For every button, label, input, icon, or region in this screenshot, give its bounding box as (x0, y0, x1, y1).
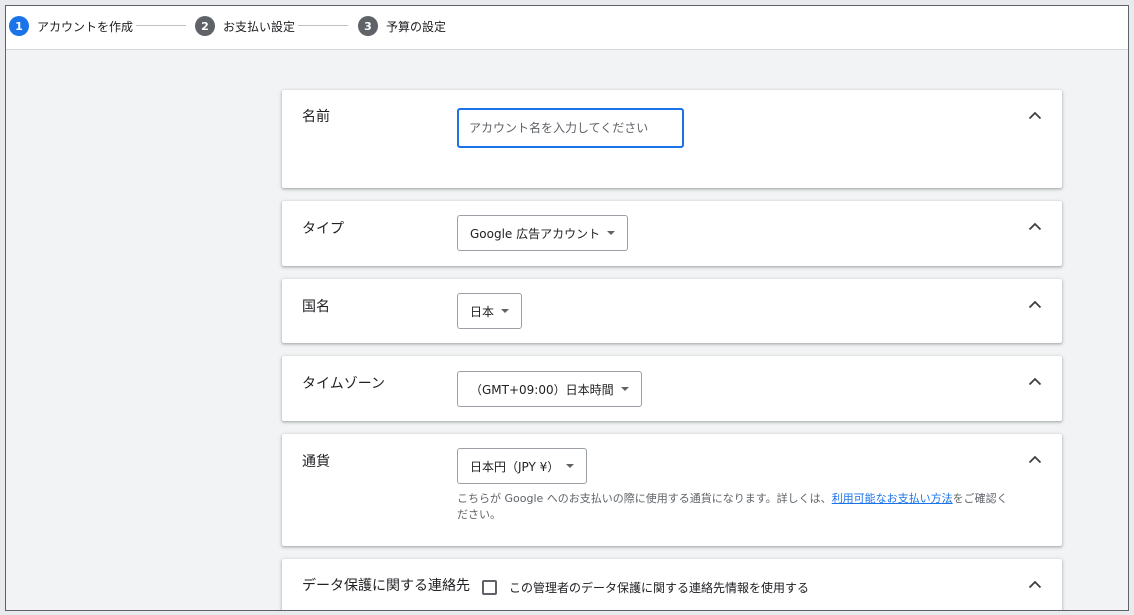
privacy-checkbox-label: この管理者のデータ保護に関する連絡先情報を使用する (509, 581, 810, 595)
type-section: タイプ Google 広告アカウント (282, 201, 1062, 266)
caret-down-icon (566, 464, 575, 468)
account-setup-window: 1 アカウントを作成 2 お支払い設定 3 予算の設定 名前 タイプ Googl… (5, 5, 1129, 611)
privacy-checkbox-row[interactable]: この管理者のデータ保護に関する連絡先情報を使用する (482, 579, 809, 596)
country-dropdown[interactable]: 日本 (457, 293, 523, 329)
stepper: 1 アカウントを作成 2 お支払い設定 3 予算の設定 (6, 6, 1128, 50)
chevron-up-icon[interactable] (1028, 374, 1042, 388)
country-label: 国名 (302, 299, 330, 315)
step-label: 予算の設定 (386, 19, 447, 34)
step-label: お支払い設定 (223, 19, 296, 34)
currency-section: 通貨 日本円（JPY ¥） こちらが Google へのお支払いの際に使用する通… (282, 434, 1062, 546)
step-label: アカウントを作成 (37, 19, 134, 34)
caret-down-icon (501, 309, 510, 313)
privacy-checkbox[interactable] (482, 580, 497, 595)
caret-down-icon (607, 231, 616, 235)
chevron-up-icon[interactable] (1028, 219, 1042, 233)
step-connector (136, 25, 186, 26)
currency-label: 通貨 (302, 454, 330, 470)
privacy-contact-section: データ保護に関する連絡先 この管理者のデータ保護に関する連絡先情報を使用する (282, 559, 1062, 610)
step-connector (298, 25, 348, 26)
help-text-before: こちらが Google へのお支払いの際に使用する通貨になります。詳しくは、 (457, 492, 832, 505)
currency-help-text: こちらが Google へのお支払いの際に使用する通貨になります。詳しくは、利用… (457, 491, 1017, 523)
chevron-up-icon[interactable] (1028, 108, 1042, 122)
country-value: 日本 (470, 304, 495, 319)
name-section: 名前 (282, 90, 1062, 188)
currency-dropdown[interactable]: 日本円（JPY ¥） (457, 448, 588, 484)
timezone-section: タイムゾーン （GMT+09:00）日本時間 (282, 356, 1062, 421)
payment-methods-link[interactable]: 利用可能なお支払い方法 (832, 492, 953, 505)
timezone-label: タイムゾーン (302, 376, 386, 392)
type-label: タイプ (302, 221, 344, 237)
timezone-dropdown[interactable]: （GMT+09:00）日本時間 (457, 371, 642, 407)
timezone-value: （GMT+09:00）日本時間 (470, 382, 614, 397)
privacy-contact-label: データ保護に関する連絡先 (302, 578, 470, 594)
chevron-up-icon[interactable] (1028, 452, 1042, 466)
currency-value: 日本円（JPY ¥） (470, 459, 560, 474)
account-type-dropdown[interactable]: Google 広告アカウント (457, 215, 629, 251)
name-label: 名前 (302, 109, 330, 125)
step-number-badge: 1 (9, 16, 29, 36)
step-payment-settings[interactable]: 2 お支払い設定 (195, 15, 295, 37)
chevron-up-icon[interactable] (1028, 297, 1042, 311)
step-create-account[interactable]: 1 アカウントを作成 (9, 15, 133, 37)
step-number-badge: 2 (195, 16, 215, 36)
caret-down-icon (620, 387, 629, 391)
account-type-value: Google 広告アカウント (470, 226, 601, 241)
account-name-input[interactable] (457, 108, 684, 148)
step-budget-settings[interactable]: 3 予算の設定 (358, 15, 446, 37)
chevron-up-icon[interactable] (1028, 577, 1042, 591)
step-number-badge: 3 (358, 16, 378, 36)
country-section: 国名 日本 (282, 279, 1062, 343)
